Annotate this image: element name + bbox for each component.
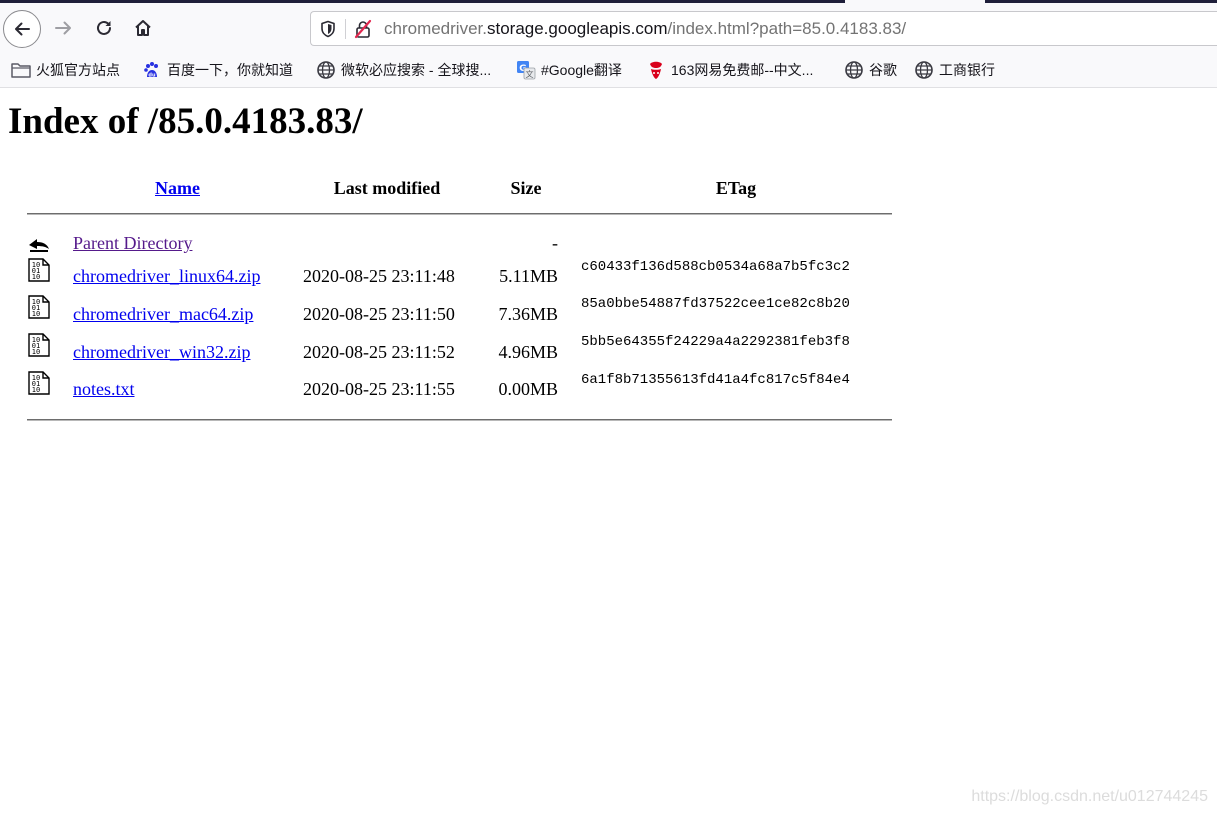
file-modified: 2020-08-25 23:11:55 <box>303 379 455 399</box>
svg-text:10: 10 <box>32 273 40 281</box>
bookmark-label: 微软必应搜索 - 全球搜... <box>341 62 492 78</box>
globe-icon <box>914 60 934 80</box>
column-header-etag: ETag <box>715 178 757 198</box>
back-folder-icon <box>29 239 49 252</box>
globe-icon <box>316 60 336 80</box>
svg-text:10: 10 <box>32 310 40 318</box>
bookmark-label: 火狐官方站点 <box>36 62 120 78</box>
page-content: Index of /85.0.4183.83/ Name Last modifi… <box>0 88 1217 814</box>
bookmark-icbc[interactable]: 工商银行 <box>914 53 995 87</box>
file-link[interactable]: notes.txt <box>73 378 135 400</box>
page-title: Index of /85.0.4183.83/ <box>8 101 363 142</box>
tracking-protection-shield-icon[interactable] <box>319 20 337 38</box>
file-etag: 6a1f8b71355613fd41a4fc817c5f84e4 <box>581 372 850 388</box>
navigation-toolbar: chromedriver.storage.googleapis.com/inde… <box>0 3 1217 53</box>
bookmark-google-translate[interactable]: G文 #Google翻译 <box>516 53 622 87</box>
file-modified: 2020-08-25 23:11:50 <box>303 304 455 324</box>
bookmark-label: 谷歌 <box>869 62 897 78</box>
parent-directory-link[interactable]: Parent Directory <box>73 232 192 254</box>
file-link[interactable]: chromedriver_linux64.zip <box>73 265 260 287</box>
reload-icon <box>97 20 111 35</box>
bookmarks-toolbar: 火狐官方站点 du 百度一下，你就知道 微软必应搜索 - 全球搜... G文 #… <box>0 53 1217 88</box>
sort-by-name-link[interactable]: Name <box>155 178 200 198</box>
table-row: 10 01 10 notes.txt 2020-08-25 23:11:55 0.0… <box>0 371 900 405</box>
home-button[interactable] <box>127 12 159 44</box>
bookmark-bing[interactable]: 微软必应搜索 - 全球搜... <box>316 53 491 87</box>
bookmark-163-mail[interactable]: 163网易免费邮--中文... <box>646 53 813 87</box>
column-header-name: Name <box>140 176 215 200</box>
file-link[interactable]: chromedriver_mac64.zip <box>73 303 253 325</box>
home-icon <box>135 20 151 36</box>
file-etag: 5bb5e64355f24229a4a2292381feb3f8 <box>581 334 850 350</box>
svg-text:文: 文 <box>526 69 534 79</box>
arrow-right-icon <box>55 21 71 35</box>
url-subdomain: chromedriver. <box>384 19 487 38</box>
binary-file-icon: 100110 <box>28 258 50 282</box>
file-size: 7.36MB <box>498 304 558 324</box>
binary-file-icon: 100110 <box>28 295 50 319</box>
table-row: 10 01 10 chromedriver_linux64.zip 2020-08-… <box>0 258 900 292</box>
file-etag: c60433f136d588cb0534a68a7b5fc3c2 <box>581 259 850 275</box>
folder-icon <box>11 60 31 80</box>
binary-file-icon: 100110 <box>28 371 50 395</box>
bookmark-label: 工商银行 <box>939 62 995 78</box>
bookmark-label: 百度一下，你就知道 <box>167 62 293 78</box>
table-row: 10 01 10 chromedriver_win32.zip 2020-08-25… <box>0 333 900 367</box>
back-button[interactable] <box>3 10 41 48</box>
file-size: 5.11MB <box>499 266 558 286</box>
address-bar-separator <box>345 19 346 39</box>
url-host: storage.googleapis.com <box>486 19 668 38</box>
url-text[interactable]: chromedriver.storage.googleapis.com/inde… <box>384 12 906 45</box>
table-row-parent: Parent Directory - <box>0 228 900 262</box>
footer-divider <box>27 419 892 421</box>
bookmark-baidu[interactable]: du 百度一下，你就知道 <box>142 53 293 87</box>
header-divider <box>27 213 892 215</box>
svg-text:10: 10 <box>32 348 40 356</box>
file-size: 0.00MB <box>498 379 558 399</box>
netease-163-icon <box>646 60 666 80</box>
arrow-left-icon <box>15 22 30 36</box>
bookmark-firefox-sites[interactable]: 火狐官方站点 <box>11 53 120 87</box>
baidu-paw-icon: du <box>142 60 162 80</box>
bookmark-label: #Google翻译 <box>541 62 622 78</box>
forward-button[interactable] <box>48 12 80 44</box>
file-link[interactable]: chromedriver_win32.zip <box>73 341 250 363</box>
watermark: https://blog.csdn.net/u012744245 <box>971 788 1208 805</box>
bookmark-google[interactable]: 谷歌 <box>844 53 897 87</box>
globe-icon <box>844 60 864 80</box>
column-header-last-modified: Last modified <box>333 178 441 198</box>
google-translate-icon: G文 <box>516 60 536 80</box>
file-etag: 85a0bbe54887fd37522cee1ce82c8b20 <box>581 296 850 312</box>
bookmark-label: 163网易免费邮--中文... <box>671 62 814 78</box>
file-modified: 2020-08-25 23:11:48 <box>303 266 455 286</box>
url-path: /index.html?path=85.0.4183.83/ <box>667 19 907 38</box>
column-header-size: Size <box>510 178 542 198</box>
parent-size: - <box>552 233 558 253</box>
reload-button[interactable] <box>88 12 120 44</box>
address-bar[interactable]: chromedriver.storage.googleapis.com/inde… <box>310 11 1217 46</box>
binary-file-icon: 100110 <box>28 333 50 357</box>
insecure-connection-icon[interactable] <box>353 19 373 39</box>
file-modified: 2020-08-25 23:11:52 <box>303 342 455 362</box>
svg-text:du: du <box>148 73 156 79</box>
file-size: 4.96MB <box>498 342 558 362</box>
table-row: 10 01 10 chromedriver_mac64.zip 2020-08-25… <box>0 295 900 329</box>
svg-text:10: 10 <box>32 386 40 394</box>
